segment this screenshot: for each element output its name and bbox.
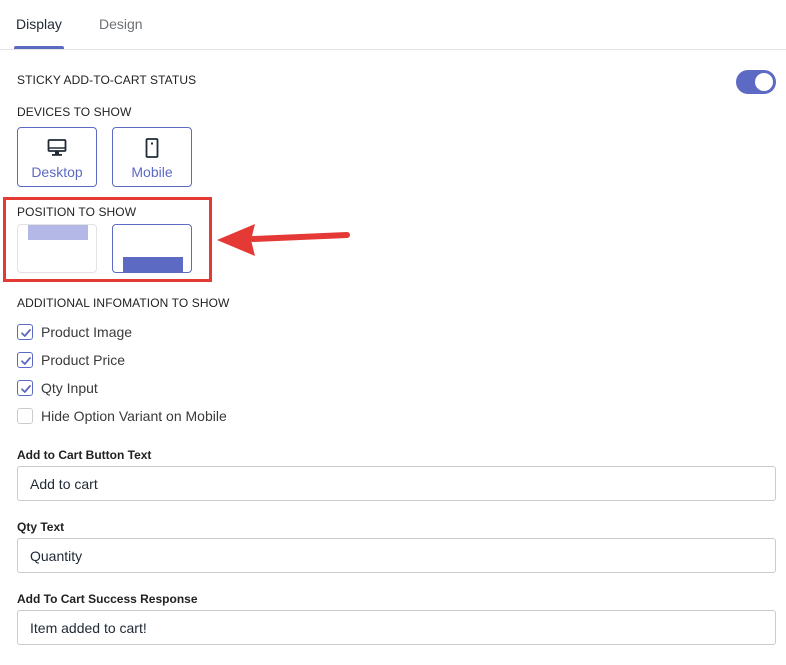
- success-response-input[interactable]: [17, 610, 776, 645]
- tab-bar: Display Design: [0, 0, 786, 50]
- checkbox-label: Qty Input: [41, 380, 98, 396]
- active-tab-indicator: [14, 46, 64, 49]
- add-to-cart-text-label: Add to Cart Button Text: [17, 448, 152, 462]
- check-icon: [21, 385, 31, 393]
- annotation-arrow: [217, 224, 350, 256]
- checkbox-label: Product Price: [41, 352, 126, 368]
- success-response-label: Add To Cart Success Response: [17, 592, 198, 606]
- position-label: POSITION TO SHOW: [17, 205, 137, 219]
- checkbox-product-price[interactable]: Product Price: [17, 350, 125, 370]
- device-desktop-button[interactable]: Desktop: [17, 127, 97, 187]
- checkbox-label: Hide Option Variant on Mobile: [41, 408, 227, 424]
- position-top-preview: [28, 225, 88, 240]
- tab-design[interactable]: Design: [99, 16, 143, 32]
- desktop-icon: [47, 139, 67, 156]
- checkbox-hide-variant-mobile[interactable]: Hide Option Variant on Mobile: [17, 406, 227, 426]
- tab-display[interactable]: Display: [16, 16, 62, 32]
- checkbox-label: Product Image: [41, 324, 133, 340]
- add-to-cart-text-input[interactable]: [17, 466, 776, 501]
- devices-label: DEVICES TO SHOW: [17, 105, 132, 119]
- checkbox-box[interactable]: [17, 324, 33, 340]
- checkbox-box[interactable]: [17, 380, 33, 396]
- qty-text-label: Qty Text: [17, 520, 65, 534]
- device-mobile-button[interactable]: Mobile: [112, 127, 192, 187]
- check-icon: [21, 329, 31, 337]
- checkbox-box[interactable]: [17, 352, 33, 368]
- sticky-status-label: STICKY ADD-TO-CART STATUS: [17, 73, 197, 87]
- sticky-status-toggle[interactable]: [736, 70, 776, 94]
- checkbox-qty-input[interactable]: Qty Input: [17, 378, 98, 398]
- check-icon: [21, 357, 31, 365]
- checkbox-box[interactable]: [17, 408, 33, 424]
- additional-info-label: ADDITIONAL INFOMATION TO SHOW: [17, 296, 230, 310]
- qty-text-input[interactable]: [17, 538, 776, 573]
- position-top-button[interactable]: [17, 224, 97, 273]
- checkbox-product-image[interactable]: Product Image: [17, 322, 132, 342]
- position-bottom-button[interactable]: [112, 224, 192, 273]
- mobile-icon: [145, 138, 159, 158]
- toggle-knob: [755, 73, 773, 91]
- position-bottom-preview: [123, 257, 183, 272]
- device-desktop-label: Desktop: [31, 164, 83, 180]
- device-mobile-label: Mobile: [131, 164, 173, 180]
